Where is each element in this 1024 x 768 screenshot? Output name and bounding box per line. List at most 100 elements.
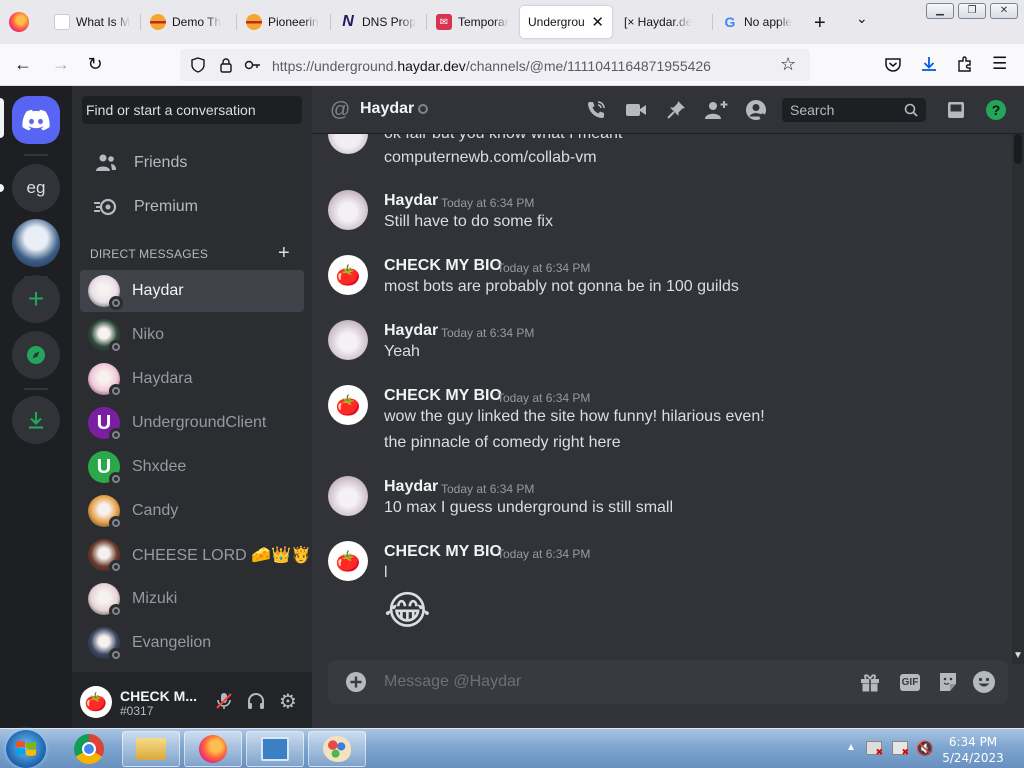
direct-messages-home-button[interactable] xyxy=(12,96,60,144)
tab-list-chevron-icon[interactable]: ⌄ xyxy=(856,10,868,27)
taskbar-chrome[interactable] xyxy=(60,731,118,767)
close-window-button[interactable]: ✕ xyxy=(990,3,1018,19)
add-server-button[interactable]: + xyxy=(12,275,60,323)
message-avatar[interactable] xyxy=(328,134,368,154)
taskbar-explorer[interactable] xyxy=(122,731,180,767)
message-author[interactable]: CHECK MY BIO xyxy=(384,257,502,275)
gift-button[interactable] xyxy=(858,670,882,694)
forward-button[interactable]: → xyxy=(50,54,72,75)
downloads-icon[interactable] xyxy=(920,55,938,73)
chat-scrollbar[interactable]: ▼ xyxy=(1012,134,1024,664)
scroll-thumb[interactable] xyxy=(1014,134,1022,164)
show-hidden-icons-arrow[interactable]: ▲ xyxy=(846,742,856,753)
user-name[interactable]: CHECK M... xyxy=(120,688,197,704)
taskbar-paint[interactable] xyxy=(308,731,366,767)
tab-temporary-mail[interactable]: ✉ Temporar xyxy=(428,6,516,38)
friends-label: Friends xyxy=(134,154,188,171)
tab-haydar-dev[interactable]: [× Haydar.de xyxy=(616,6,712,38)
app-menu-icon[interactable]: ☰ xyxy=(992,54,1007,74)
recipient-name[interactable]: Haydar xyxy=(360,100,414,118)
taskbar-firefox[interactable] xyxy=(184,731,242,767)
tab-dns-propagation[interactable]: N DNS Prop xyxy=(332,6,422,38)
tab-separator xyxy=(140,14,141,30)
laughing-emoji-icon[interactable]: 😂 xyxy=(384,587,431,635)
message-composer[interactable]: Message @Haydar GIF xyxy=(328,660,1008,704)
restore-button[interactable]: ❐ xyxy=(958,3,986,19)
firefox-icon[interactable] xyxy=(9,12,29,32)
tab-no-apple[interactable]: G No apple xyxy=(714,6,804,38)
download-apps-button[interactable] xyxy=(12,396,60,444)
dm-item[interactable]: U UndergroundClient xyxy=(80,402,304,444)
discord-logo-icon xyxy=(22,109,50,131)
new-tab-button[interactable]: + xyxy=(814,12,826,35)
back-button[interactable]: ← xyxy=(12,54,34,75)
user-settings-button[interactable]: ⚙ xyxy=(276,689,300,713)
video-call-button[interactable] xyxy=(624,98,648,122)
message-input[interactable]: Message @Haydar xyxy=(384,673,521,691)
tab-pioneering[interactable]: Pioneerin xyxy=(238,6,322,38)
deafen-button[interactable] xyxy=(244,689,268,713)
premium-link[interactable]: Premium xyxy=(80,186,304,228)
help-button[interactable]: ? xyxy=(984,98,1008,122)
network-icon[interactable]: ✖ xyxy=(892,741,909,757)
gif-button[interactable]: GIF xyxy=(898,670,922,694)
minimize-button[interactable]: ▁ xyxy=(926,3,954,19)
server-eg[interactable]: eg xyxy=(12,164,60,212)
tracking-protection-icon[interactable] xyxy=(190,57,206,73)
tab-underground[interactable]: Undergrou ✕ xyxy=(520,6,612,38)
friends-link[interactable]: Friends xyxy=(80,142,304,184)
bookmark-star-icon[interactable]: ☆ xyxy=(780,54,796,75)
message-author[interactable]: Haydar xyxy=(384,192,438,210)
unread-pill xyxy=(0,184,4,192)
message-avatar[interactable]: 🍅 xyxy=(328,541,368,581)
tab-demo[interactable]: Demo Th xyxy=(142,6,226,38)
lock-icon[interactable] xyxy=(218,57,234,73)
server-avatar[interactable] xyxy=(12,219,60,267)
message-author[interactable]: CHECK MY BIO xyxy=(384,387,502,405)
show-user-profile-button[interactable] xyxy=(744,98,768,122)
tab-what-is-my-ip[interactable]: What Is My IP xyxy=(46,6,130,38)
scroll-down-arrow-icon[interactable]: ▼ xyxy=(1013,650,1023,661)
message-avatar[interactable]: 🍅 xyxy=(328,385,368,425)
start-button[interactable] xyxy=(6,730,46,768)
voice-call-button[interactable] xyxy=(584,98,608,122)
permissions-key-icon[interactable] xyxy=(244,58,262,72)
upload-button[interactable] xyxy=(344,670,368,694)
url-bar[interactable]: https://underground.haydar.dev/channels/… xyxy=(180,49,810,81)
emoji-button[interactable] xyxy=(972,670,996,694)
explore-servers-button[interactable] xyxy=(12,331,60,379)
message-author[interactable]: Haydar xyxy=(384,322,438,340)
find-conversation-input[interactable]: Find or start a conversation xyxy=(82,96,302,124)
action-center-icon[interactable]: ✖ xyxy=(866,741,883,757)
user-avatar[interactable]: 🍅 xyxy=(80,686,112,718)
dm-item[interactable]: Mizuki xyxy=(80,578,304,620)
message-avatar[interactable]: 🍅 xyxy=(328,255,368,295)
pocket-icon[interactable] xyxy=(884,56,902,74)
message-avatar[interactable] xyxy=(328,320,368,360)
message-author[interactable]: Haydar xyxy=(384,478,438,496)
sticker-button[interactable] xyxy=(936,670,960,694)
message-avatar[interactable] xyxy=(328,476,368,516)
close-tab-icon[interactable]: ✕ xyxy=(591,13,604,31)
dm-item[interactable]: U Shxdee xyxy=(80,446,304,488)
message-avatar[interactable] xyxy=(328,190,368,230)
dm-item[interactable]: Haydar xyxy=(80,270,304,312)
add-friends-to-dm-button[interactable] xyxy=(704,98,728,122)
search-input[interactable]: Search xyxy=(782,98,926,122)
dm-item[interactable]: CHEESE LORD 🧀👑🫅 xyxy=(80,534,311,576)
dm-item[interactable]: Evangelion xyxy=(80,622,304,664)
clock[interactable]: 6:34 PM 5/24/2023 xyxy=(928,734,1018,766)
message-text: Yeah xyxy=(384,343,420,360)
reload-button[interactable]: ↻ xyxy=(84,54,106,75)
taskbar-control-panel[interactable] xyxy=(246,731,304,767)
dm-item[interactable]: Niko xyxy=(80,314,304,356)
dm-item[interactable]: Candy xyxy=(80,490,304,532)
message-author[interactable]: CHECK MY BIO xyxy=(384,543,502,561)
extensions-icon[interactable] xyxy=(956,55,974,73)
compass-icon xyxy=(27,346,45,364)
inbox-button[interactable] xyxy=(944,98,968,122)
dm-item[interactable]: Haydara xyxy=(80,358,304,400)
mute-mic-button[interactable] xyxy=(212,689,236,713)
pinned-messages-button[interactable] xyxy=(664,98,688,122)
create-dm-button[interactable]: + xyxy=(278,243,290,263)
